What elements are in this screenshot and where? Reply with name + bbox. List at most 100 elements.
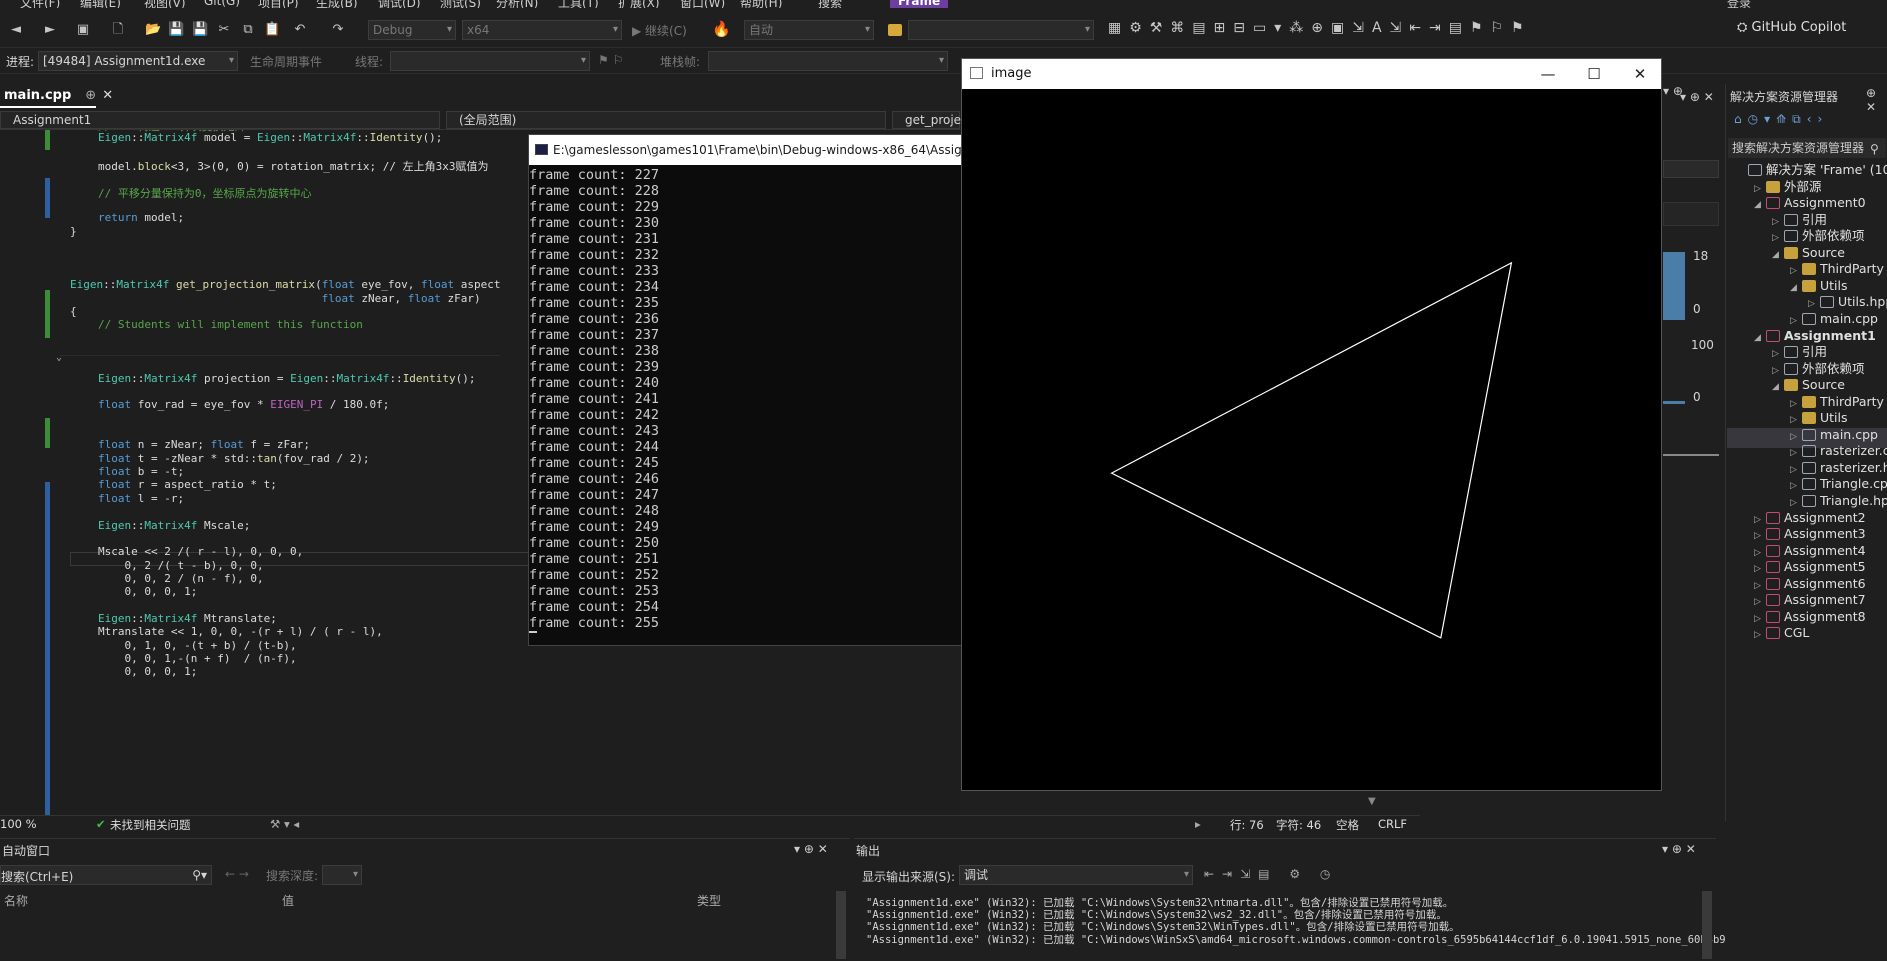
thread-select[interactable] — [390, 51, 590, 71]
code-line[interactable]: 0, 0, 0, 1; — [98, 665, 197, 678]
code-line[interactable]: // Students will implement this function — [98, 318, 363, 331]
diag-pin-icon[interactable]: ▾ ⊕ ✕ — [1680, 90, 1714, 104]
char-number[interactable]: 字符: 46 — [1276, 817, 1321, 833]
menu-item[interactable]: 生成(B) — [316, 0, 358, 8]
lifecycle-button[interactable]: 生命周期事件 — [250, 53, 322, 70]
process-select[interactable]: [49484] Assignment1d.exe — [38, 51, 238, 71]
issues-status[interactable]: 未找到相关问题 — [110, 817, 191, 833]
code-line[interactable]: Eigen::Matrix4f Mscale; — [98, 519, 250, 532]
code-line[interactable]: float t = -zNear * std::tan(fov_rad / 2)… — [98, 452, 370, 465]
solution-toolbar-icons[interactable]: ⌂◷▾⟰⧉‹› — [1734, 112, 1828, 127]
copy-icon[interactable]: ⧉ — [240, 22, 256, 38]
code-line[interactable]: 0, 0, 1,-(n + f) / (n-f), — [98, 652, 296, 665]
menu-item[interactable]: 窗口(W) — [680, 0, 725, 8]
maximize-icon[interactable]: ☐ — [1571, 59, 1617, 89]
output-toolbar-icons[interactable]: ⇤⇥⇲▤ ⚙ ◷ — [1204, 867, 1338, 881]
expanded-arrow-icon[interactable]: ◢ — [1790, 278, 1802, 298]
member-combo[interactable]: get_proje — [892, 111, 961, 129]
autos-search-input[interactable]: 搜索(Ctrl+E) ⚲▾ — [0, 865, 212, 885]
folder-icon[interactable] — [888, 24, 902, 36]
code-line[interactable]: // 平移分量保持为0，坐标原点为旋转中心 — [98, 185, 312, 201]
tab-main-cpp[interactable]: main.cpp ⊕ ✕ — [0, 86, 113, 108]
expanded-arrow-icon[interactable]: ◢ — [1754, 195, 1766, 215]
search-icon[interactable]: ⚲ — [1870, 142, 1879, 156]
output-pin-icon[interactable]: ▾ ⊕ ✕ — [1662, 842, 1696, 856]
menu-item[interactable]: 工具(T) — [558, 0, 599, 8]
hot-reload-icon[interactable]: 🔥 — [712, 20, 731, 38]
code-line[interactable]: float n = zNear; float f = zFar; — [98, 438, 310, 451]
close-tab-icon[interactable]: ✕ — [102, 88, 113, 103]
code-line[interactable]: 0, 1, 0, -(t + b) / (t-b), — [98, 639, 296, 652]
code-line[interactable]: 0, 2 /( t - b), 0, 0, — [98, 559, 263, 572]
code-line[interactable]: Eigen::Matrix4f projection = Eigen::Matr… — [98, 372, 476, 385]
code-line[interactable]: } — [70, 225, 77, 238]
redo-icon[interactable]: ↷ — [330, 22, 346, 38]
new-item-icon[interactable]: ▣ — [75, 22, 91, 38]
code-line[interactable]: Mscale << 2 /( r - l), 0, 0, 0, — [98, 545, 303, 558]
col-value[interactable]: 值 — [282, 892, 294, 909]
paste-icon[interactable]: 📋 — [264, 22, 280, 38]
panel-close-icon[interactable]: ⊕ ✕ — [1866, 86, 1887, 114]
code-line[interactable]: 0, 0, 2 / (n - f), 0, — [98, 572, 263, 585]
config-select[interactable]: Debug — [368, 20, 456, 40]
collapsed-arrow-icon[interactable]: ▷ — [1754, 625, 1766, 645]
expanded-arrow-icon[interactable]: ◢ — [1772, 377, 1784, 397]
menu-item[interactable]: 分析(N) — [496, 0, 538, 8]
collapse-icon[interactable]: ⌄ — [56, 352, 62, 363]
undo-icon[interactable]: ↶ — [292, 22, 308, 38]
copilot-button[interactable]: ⛭ GitHub Copilot — [1737, 8, 1887, 48]
scroll-right-icon[interactable]: ▸ — [1195, 817, 1201, 831]
expanded-arrow-icon[interactable]: ◢ — [1754, 328, 1766, 348]
continue-button[interactable]: ▶ 继续(C) — [632, 22, 687, 39]
code-line[interactable]: model.block<3, 3>(0, 0) = rotation_matri… — [98, 158, 489, 174]
back-icon[interactable]: ◄ — [8, 22, 24, 38]
nav-arrows-icon[interactable]: ← → — [225, 867, 249, 881]
menu-item[interactable]: Git(G) — [204, 0, 240, 8]
output-scrollbar[interactable] — [1702, 891, 1712, 959]
menu-item[interactable]: 项目(P) — [258, 0, 299, 8]
col-name[interactable]: 名称 — [4, 892, 28, 909]
solution-tree-item[interactable]: ▷ CGL — [1754, 623, 1809, 643]
save-icon[interactable]: 💾 — [168, 22, 184, 38]
brush-icon[interactable]: ⚒ ▾ ◂ — [270, 817, 299, 831]
search-menu[interactable]: 搜索 — [818, 0, 842, 8]
code-line[interactable]: float b = -t; — [98, 465, 184, 478]
forward-icon[interactable]: ► — [42, 22, 58, 38]
code-line[interactable]: float fov_rad = eye_fov * EIGEN_PI / 180… — [98, 398, 389, 411]
code-line[interactable]: Eigen::Matrix4f get_projection_matrix(fl… — [70, 278, 501, 291]
menu-item[interactable]: 测试(S) — [440, 0, 481, 8]
startup-select[interactable] — [908, 20, 1094, 40]
col-type[interactable]: 类型 — [697, 892, 721, 909]
code-line[interactable]: Eigen::Matrix4f model = Eigen::Matrix4f:… — [98, 131, 442, 144]
menu-item[interactable]: 视图(V) — [144, 0, 186, 8]
code-line[interactable]: Eigen::Matrix4f Mtranslate; — [98, 612, 277, 625]
output-source-select[interactable]: 调试 — [959, 865, 1193, 885]
save-all-icon[interactable]: 💾 — [192, 22, 208, 38]
image-window[interactable]: image — ☐ ✕ — [961, 58, 1662, 791]
pin-icon[interactable]: ⊕ — [85, 88, 96, 103]
code-line[interactable]: return model; — [98, 211, 184, 224]
auto-select[interactable]: 自动 — [744, 20, 874, 40]
line-number[interactable]: 行: 76 — [1230, 817, 1264, 833]
flag-icon[interactable]: ⚑ ⚐ — [598, 53, 623, 67]
code-line[interactable]: { — [70, 305, 77, 318]
scroll-down-icon[interactable]: ▼ — [1368, 796, 1376, 807]
minimize-icon[interactable]: — — [1525, 59, 1571, 89]
code-line[interactable]: 0, 0, 0, 1; — [98, 585, 197, 598]
code-line[interactable]: float l = -r; — [98, 492, 184, 505]
code-line[interactable]: float r = aspect_ratio * t; — [98, 478, 277, 491]
code-line[interactable]: Mtranslate << 1, 0, 0, -(r + l) / ( r - … — [98, 625, 383, 638]
new-file-icon[interactable]: 🗋 — [110, 22, 126, 38]
project-combo[interactable]: Assignment1 — [0, 111, 440, 129]
indent-mode[interactable]: 空格 — [1336, 817, 1359, 833]
solution-search-input[interactable]: 搜索解决方案资源管理器 — [1728, 138, 1886, 158]
depth-select[interactable] — [322, 865, 362, 885]
platform-select[interactable]: x64 — [462, 20, 622, 40]
menu-item[interactable]: 帮助(H) — [740, 0, 782, 8]
autos-scrollbar[interactable] — [836, 891, 846, 959]
expanded-arrow-icon[interactable]: ◢ — [1772, 245, 1784, 265]
menu-item[interactable]: 扩展(X) — [618, 0, 660, 8]
zoom-level[interactable]: 100 % — [0, 817, 37, 831]
close-window-icon[interactable]: ✕ — [1617, 59, 1663, 89]
stack-select[interactable] — [708, 51, 948, 71]
